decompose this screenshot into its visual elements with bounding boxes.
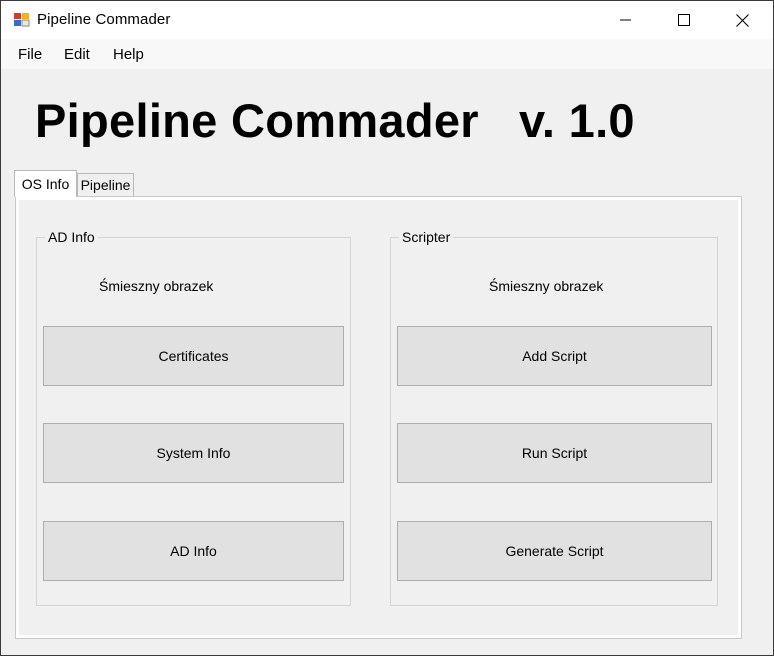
menu-help[interactable]: Help xyxy=(113,46,144,63)
app-icon xyxy=(13,11,31,29)
close-button[interactable] xyxy=(713,1,771,39)
certificates-button[interactable]: Certificates xyxy=(43,326,344,386)
tab-panel-content: AD Info Śmieszny obrazek Certificates Sy… xyxy=(19,200,738,635)
generate-script-button[interactable]: Generate Script xyxy=(397,521,712,581)
app-heading: Pipeline Commader v. 1.0 xyxy=(35,94,635,147)
maximize-icon xyxy=(678,14,690,26)
ad-info-button[interactable]: AD Info xyxy=(43,521,344,581)
window-title: Pipeline Commader xyxy=(37,11,171,28)
tab-os-info[interactable]: OS Info xyxy=(14,170,77,197)
close-icon xyxy=(735,13,749,27)
scripter-group: Scripter Śmieszny obrazek Add Script Run… xyxy=(390,229,718,606)
minimize-icon xyxy=(620,19,631,21)
add-script-button[interactable]: Add Script xyxy=(397,326,712,386)
tab-pipeline[interactable]: Pipeline xyxy=(77,173,134,196)
app-window: Pipeline Commader File Edit Help Pipelin… xyxy=(0,0,774,656)
system-info-button[interactable]: System Info xyxy=(43,423,344,483)
run-script-button[interactable]: Run Script xyxy=(397,423,712,483)
ad-info-group: AD Info Śmieszny obrazek Certificates Sy… xyxy=(36,229,351,606)
title-bar[interactable]: Pipeline Commader xyxy=(1,1,773,39)
ad-info-image-caption: Śmieszny obrazek xyxy=(99,278,214,294)
tab-panel-os-info: AD Info Śmieszny obrazek Certificates Sy… xyxy=(15,196,742,639)
menu-edit[interactable]: Edit xyxy=(64,46,90,63)
scripter-image-caption: Śmieszny obrazek xyxy=(489,278,604,294)
scripter-group-label: Scripter xyxy=(399,229,454,245)
menu-file[interactable]: File xyxy=(18,46,42,63)
minimize-button[interactable] xyxy=(597,1,655,39)
ad-info-group-label: AD Info xyxy=(45,229,98,245)
menu-bar: File Edit Help xyxy=(1,39,773,69)
maximize-button[interactable] xyxy=(655,1,713,39)
